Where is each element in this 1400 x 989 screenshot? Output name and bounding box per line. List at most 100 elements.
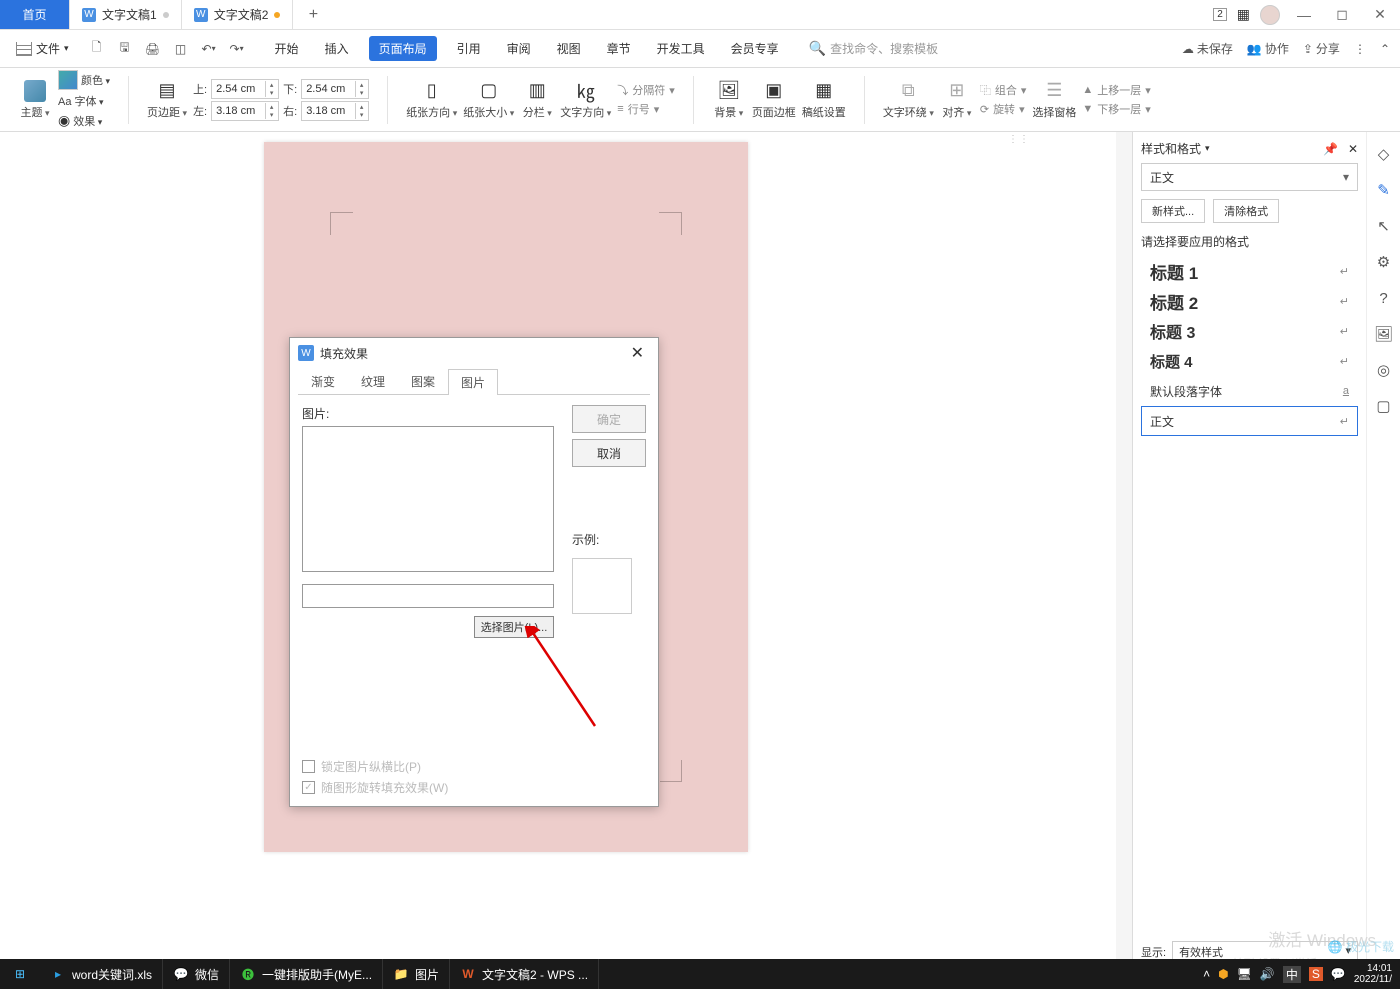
- dlg-tab-texture[interactable]: 纹理: [348, 368, 398, 394]
- tray-monitor-icon[interactable]: 🖥: [1237, 967, 1252, 981]
- close-button[interactable]: ✕: [1366, 1, 1394, 29]
- taskbar-item-wechat[interactable]: 💬微信: [163, 959, 230, 989]
- dlg-tab-picture[interactable]: 图片: [448, 369, 498, 395]
- tab-doc1[interactable]: W 文字文稿1: [70, 0, 182, 29]
- theme-colors[interactable]: 颜色: [58, 70, 110, 90]
- margin-bottom-input[interactable]: 2.54 cm▴▾: [301, 79, 369, 99]
- collapse-ribbon-icon[interactable]: ⌃: [1380, 42, 1390, 56]
- user-avatar[interactable]: [1260, 5, 1280, 25]
- tray-notif-icon[interactable]: 💬: [1331, 967, 1346, 981]
- system-tray[interactable]: ˄ ⬢ 🖥 🔊 中 S 💬 14:01 2022/11/: [1195, 959, 1400, 989]
- taskbar-item-folder[interactable]: 📁图片: [383, 959, 450, 989]
- style-item-h1[interactable]: 标题 1↵: [1141, 256, 1358, 286]
- tray-up-icon[interactable]: ˄: [1203, 967, 1210, 981]
- file-menu[interactable]: 文件▾: [10, 36, 75, 61]
- writing-paper-button[interactable]: ▦稿纸设置: [802, 80, 846, 120]
- strip-icon-8[interactable]: ▢: [1374, 396, 1394, 416]
- margin-top-input[interactable]: 2.54 cm▴▾: [211, 79, 279, 99]
- select-picture-button[interactable]: 选择图片(L)...: [474, 616, 554, 638]
- tab-home[interactable]: 首页: [0, 0, 70, 29]
- strip-icon-1[interactable]: ◇: [1374, 144, 1394, 164]
- search-box[interactable]: 🔍 查找命令、搜索模板: [809, 40, 938, 57]
- send-back-button[interactable]: ▼下移一层▾: [1082, 101, 1150, 117]
- ribbon-tab-dev[interactable]: 开发工具: [651, 36, 711, 61]
- theme-effects[interactable]: ◉效果: [58, 112, 110, 129]
- qat-print-icon[interactable]: 🖨: [143, 39, 163, 59]
- line-number-button[interactable]: ≡行号▾: [617, 101, 675, 117]
- ribbon-tab-insert[interactable]: 插入: [319, 36, 355, 61]
- taskbar-item-excel[interactable]: ▸word关键词.xls: [40, 959, 163, 989]
- tray-ime-icon[interactable]: 中: [1283, 966, 1301, 983]
- dlg-tab-pattern[interactable]: 图案: [398, 368, 448, 394]
- ribbon-tab-ref[interactable]: 引用: [451, 36, 487, 61]
- text-wrap-button[interactable]: ⧉文字环绕: [883, 80, 934, 120]
- tab-doc2[interactable]: W 文字文稿2: [182, 0, 294, 29]
- rotate-fill-checkbox[interactable]: ✓随图形旋转填充效果(W): [302, 779, 646, 796]
- ribbon-tab-vip[interactable]: 会员专享: [725, 36, 785, 61]
- ribbon-tab-section[interactable]: 章节: [601, 36, 637, 61]
- align-button[interactable]: ⊞对齐: [940, 80, 974, 120]
- ribbon-tab-view[interactable]: 视图: [551, 36, 587, 61]
- paper-size-button[interactable]: ▢纸张大小: [463, 80, 514, 120]
- qat-undo-icon[interactable]: ↶▾: [199, 39, 219, 59]
- paper-direction-button[interactable]: ▯纸张方向: [406, 80, 457, 120]
- taskbar-item-layout[interactable]: 🅡一键排版助手(MyE...: [230, 959, 383, 989]
- ribbon-tab-review[interactable]: 审阅: [501, 36, 537, 61]
- maximize-button[interactable]: ◻: [1328, 1, 1356, 29]
- coop-button[interactable]: 👥协作: [1247, 40, 1289, 57]
- tray-shield-icon[interactable]: ⬢: [1218, 967, 1228, 981]
- clear-format-button[interactable]: 清除格式: [1213, 199, 1279, 223]
- ribbon-tab-pagelayout[interactable]: 页面布局: [369, 36, 437, 61]
- current-style-select[interactable]: 正文: [1141, 163, 1358, 191]
- strip-help-icon[interactable]: ?: [1374, 288, 1394, 308]
- select-pane-button[interactable]: ☰选择窗格: [1032, 80, 1076, 120]
- margin-right-input[interactable]: 3.18 cm▴▾: [301, 101, 369, 121]
- share-button[interactable]: ⇪分享: [1303, 40, 1340, 57]
- text-direction-button[interactable]: ㎏文字方向: [560, 80, 611, 120]
- separator-button[interactable]: ⤵分隔符▾: [617, 82, 675, 98]
- scrollbar[interactable]: [1116, 132, 1132, 989]
- tab-add-button[interactable]: +: [293, 0, 333, 29]
- start-button[interactable]: ⊞: [0, 959, 40, 989]
- qat-save-icon[interactable]: 🖫: [115, 39, 135, 59]
- theme-fonts[interactable]: Aa 字体: [58, 93, 110, 109]
- strip-cursor-icon[interactable]: ↖: [1374, 216, 1394, 236]
- minimize-button[interactable]: —: [1290, 1, 1318, 29]
- new-style-button[interactable]: 新样式...: [1141, 199, 1205, 223]
- panel-close-icon[interactable]: ✕: [1348, 142, 1358, 156]
- style-item-body[interactable]: 正文↵: [1141, 406, 1358, 436]
- tray-sogou-icon[interactable]: S: [1309, 967, 1323, 981]
- cancel-button[interactable]: 取消: [572, 439, 646, 467]
- style-item-h4[interactable]: 标题 4↵: [1141, 346, 1358, 376]
- group-button[interactable]: ⿻组合▾: [980, 82, 1027, 98]
- drag-handle-icon[interactable]: ⋮⋮: [1008, 134, 1020, 154]
- strip-icon-7[interactable]: ◎: [1374, 360, 1394, 380]
- bring-forward-button[interactable]: ▲上移一层▾: [1082, 82, 1150, 98]
- clock[interactable]: 14:01 2022/11/: [1354, 963, 1392, 985]
- page-border-button[interactable]: ▣页面边框: [752, 80, 796, 120]
- dlg-tab-gradient[interactable]: 渐变: [298, 368, 348, 394]
- app-grid-icon[interactable]: ▦: [1237, 6, 1250, 23]
- dialog-close-button[interactable]: ✕: [625, 343, 650, 363]
- qat-new-icon[interactable]: 🗋: [87, 39, 107, 59]
- tray-sound-icon[interactable]: 🔊: [1260, 967, 1275, 981]
- ribbon-tab-start[interactable]: 开始: [269, 36, 305, 61]
- theme-button[interactable]: 主题: [18, 80, 52, 120]
- taskbar-item-wps[interactable]: W文字文稿2 - WPS ...: [450, 959, 599, 989]
- more-icon[interactable]: ⋮: [1354, 42, 1366, 56]
- strip-pencil-icon[interactable]: ✎: [1374, 180, 1394, 200]
- dialog-title-bar[interactable]: W 填充效果 ✕: [290, 338, 658, 368]
- qat-redo-icon[interactable]: ↷▾: [227, 39, 247, 59]
- strip-settings-icon[interactable]: ⚙: [1374, 252, 1394, 272]
- unsaved-button[interactable]: ☁未保存: [1182, 40, 1233, 57]
- tab-count-icon[interactable]: 2: [1213, 8, 1227, 21]
- strip-icon-6[interactable]: 🖼: [1374, 324, 1394, 344]
- columns-button[interactable]: ▥分栏: [520, 80, 554, 120]
- style-item-h3[interactable]: 标题 3↵: [1141, 316, 1358, 346]
- margin-left-input[interactable]: 3.18 cm▴▾: [211, 101, 279, 121]
- margins-button[interactable]: ▤ 页边距: [147, 80, 187, 120]
- ok-button[interactable]: 确定: [572, 405, 646, 433]
- lock-ratio-checkbox[interactable]: 锁定图片纵横比(P): [302, 758, 646, 775]
- picture-name-field[interactable]: [302, 584, 554, 608]
- document-canvas[interactable]: ⋮⋮ W 填充效果 ✕ 渐变 纹理 图案 图片 图片:: [0, 132, 1132, 989]
